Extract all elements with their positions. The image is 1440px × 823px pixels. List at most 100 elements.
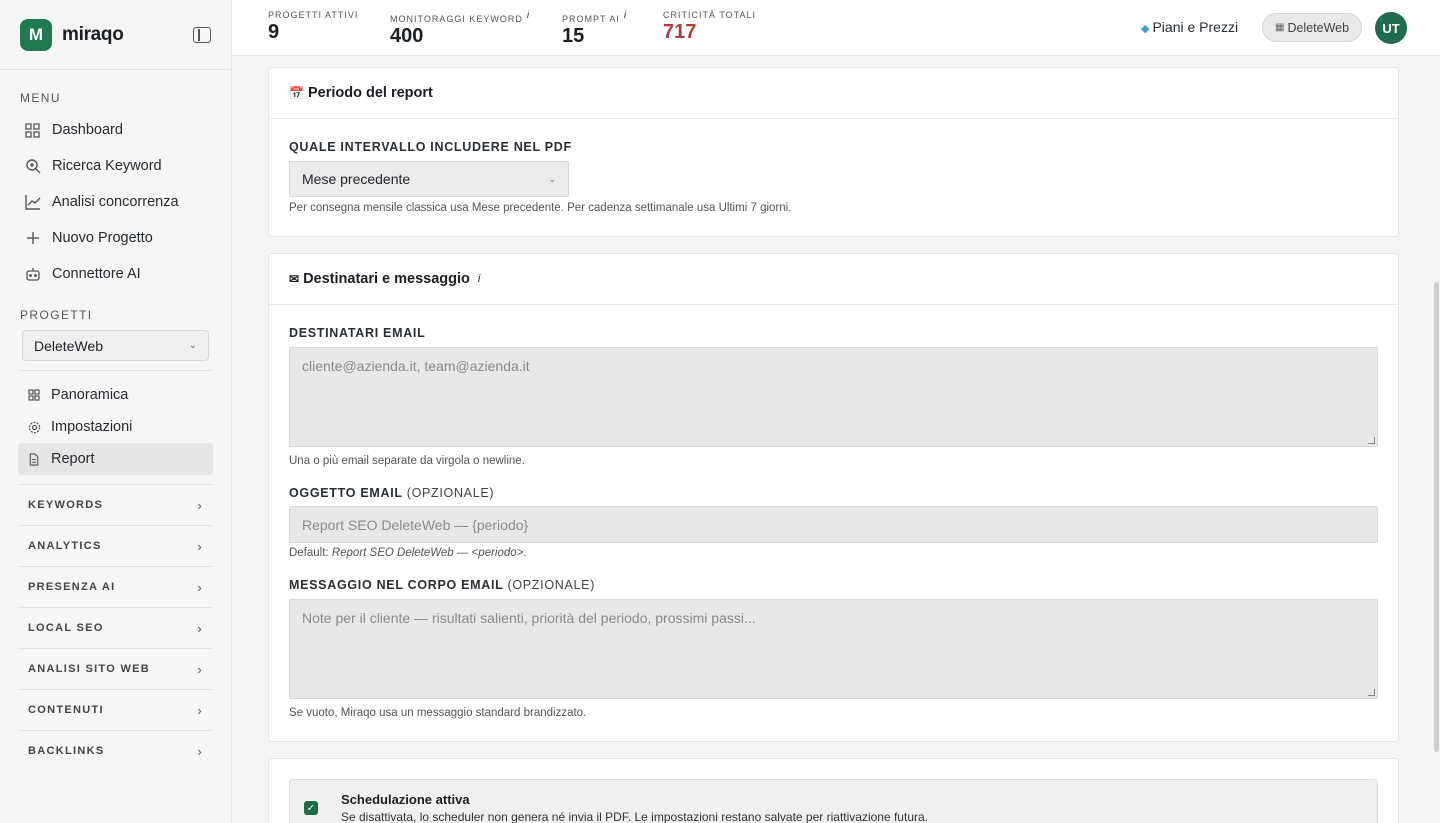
menu-section-label: MENU	[20, 91, 61, 105]
sidebar-item-report[interactable]: Report	[18, 443, 213, 475]
project-select[interactable]: DeleteWeb ⌄	[22, 330, 209, 361]
stat-total-issues: CRITICITÀ TOTALI 717	[663, 10, 756, 44]
stat-active-projects: PROGETTI ATTIVI 9	[268, 10, 358, 44]
project-menu: Panoramica Impostazioni Report	[0, 379, 231, 475]
subject-field-label: OGGETTO EMAIL (OPZIONALE)	[289, 486, 495, 500]
group-ai-presence[interactable]: PRESENZA AI ›	[18, 566, 213, 607]
info-icon[interactable]: i	[478, 273, 480, 285]
info-icon[interactable]: i	[527, 10, 530, 21]
emails-textarea[interactable]: cliente@azienda.it, team@azienda.it	[289, 347, 1378, 447]
menu-item-ai-connector[interactable]: Connettore AI	[0, 256, 231, 292]
scrollbar[interactable]	[1434, 282, 1439, 752]
sidebar-item-settings[interactable]: Impostazioni	[18, 411, 213, 443]
chevron-right-icon: ›	[197, 538, 203, 554]
stat-value: 15	[562, 25, 585, 47]
group-backlinks[interactable]: BACKLINKS ›	[18, 730, 213, 771]
building-icon: ▦	[1275, 22, 1285, 33]
stat-label: MONITORAGGI KEYWORD i	[390, 10, 531, 24]
emails-field-label: DESTINATARI EMAIL	[289, 326, 426, 340]
menu-item-label: Ricerca Keyword	[52, 158, 162, 174]
avatar[interactable]: UT	[1375, 12, 1407, 44]
body-help-text: Se vuoto, Miraqo usa un messaggio standa…	[289, 707, 587, 719]
workspace-label: DeleteWeb	[1287, 20, 1350, 35]
chevron-right-icon: ›	[197, 661, 203, 677]
body-field-label: MESSAGGIO NEL CORPO EMAIL (OPZIONALE)	[289, 578, 596, 592]
period-select[interactable]: Mese precedente ⌄	[289, 161, 569, 197]
stat-value: 717	[663, 21, 697, 43]
plans-pricing-link[interactable]: ◆ Piani e Prezzi	[1141, 19, 1238, 35]
chevron-right-icon: ›	[197, 702, 203, 718]
card-title: Periodo del report	[307, 85, 433, 101]
stat-keyword-monitoring: MONITORAGGI KEYWORD i 400	[390, 10, 530, 48]
schedule-checkbox[interactable]: ✓	[304, 801, 318, 815]
menu-item-keyword-research[interactable]: Ricerca Keyword	[0, 148, 231, 184]
calendar-icon: 📅	[289, 86, 304, 100]
group-content[interactable]: CONTENUTI ›	[18, 689, 213, 730]
body-textarea[interactable]: Note per il cliente — risultati salienti…	[289, 599, 1378, 699]
info-icon[interactable]: i	[624, 10, 627, 21]
document-icon	[27, 452, 41, 466]
sidebar-groups: KEYWORDS › ANALYTICS › PRESENZA AI › LOCAL …	[0, 484, 231, 771]
menu-item-label: Analisi concorrenza	[52, 194, 179, 210]
menu-item-dashboard[interactable]: Dashboard	[0, 112, 231, 148]
resize-handle[interactable]	[1368, 689, 1375, 696]
menu-item-label: Nuovo Progetto	[52, 230, 153, 246]
sidebar-item-overview[interactable]: Panoramica	[18, 379, 213, 411]
line-chart-icon	[24, 194, 41, 211]
sidebar-toggle-icon[interactable]	[193, 26, 211, 43]
card-header: 📅 Periodo del report	[269, 68, 1398, 119]
resize-handle[interactable]	[1368, 437, 1375, 444]
chevron-right-icon: ›	[197, 743, 203, 759]
group-keywords[interactable]: KEYWORDS ›	[18, 484, 213, 525]
search-icon	[24, 158, 41, 175]
logo-icon[interactable]: M	[20, 18, 52, 51]
menu-item-competitor-analysis[interactable]: Analisi concorrenza	[0, 184, 231, 220]
stat-value: 400	[390, 25, 424, 47]
group-website-analysis[interactable]: ANALISI SITO WEB ›	[18, 648, 213, 689]
subject-help-text: Default: Report SEO DeleteWeb — <periodo…	[289, 547, 527, 559]
stat-label: PROMPT AI i	[562, 10, 628, 24]
group-label: ANALYTICS	[28, 540, 102, 552]
stat-label: PROGETTI ATTIVI	[268, 10, 359, 20]
period-select-value: Mese precedente	[302, 171, 411, 187]
group-label: ANALISI SITO WEB	[28, 663, 151, 675]
group-label: LOCAL SEO	[28, 622, 104, 634]
schedule-toggle-box: ✓ Schedulazione attiva Se disattivata, l…	[289, 779, 1378, 823]
projects-section-label: PROGETTI	[20, 308, 93, 322]
stat-ai-prompts: PROMPT AI i 15	[562, 10, 627, 48]
envelope-icon: ✉	[289, 272, 300, 286]
subject-input[interactable]: Report SEO DeleteWeb — {periodo}	[289, 506, 1378, 543]
sidebar-item-label: Impostazioni	[51, 419, 133, 435]
group-label: PRESENZA AI	[28, 581, 116, 593]
group-local-seo[interactable]: LOCAL SEO ›	[18, 607, 213, 648]
workspace-button[interactable]: ▦ DeleteWeb	[1262, 13, 1363, 42]
stat-label: CRITICITÀ TOTALI	[663, 10, 757, 20]
menu-item-label: Dashboard	[52, 122, 123, 138]
body-placeholder: Note per il cliente — risultati salienti…	[302, 610, 756, 626]
group-label: KEYWORDS	[28, 499, 104, 511]
chevron-right-icon: ›	[197, 497, 203, 513]
emails-help-text: Una o più email separate da virgola o ne…	[289, 455, 525, 467]
recipients-card: ✉ Destinatari e messaggio i DESTINATARI …	[268, 253, 1399, 742]
schedule-description: Se disattivata, lo scheduler non genera …	[341, 810, 928, 823]
sidebar-item-label: Report	[51, 451, 95, 467]
chevron-right-icon: ›	[197, 620, 203, 636]
brand-name[interactable]: miraqo	[62, 24, 124, 46]
plans-label: Piani e Prezzi	[1152, 19, 1239, 35]
project-select-value: DeleteWeb	[34, 337, 104, 354]
period-help-text: Per consegna mensile classica usa Mese p…	[289, 202, 792, 214]
report-period-card: 📅 Periodo del report QUALE INTERVALLO IN…	[268, 67, 1399, 237]
emails-placeholder: cliente@azienda.it, team@azienda.it	[302, 358, 530, 374]
main-menu: Dashboard Ricerca Keyword Analisi concor…	[0, 112, 231, 292]
divider	[18, 370, 213, 371]
menu-item-new-project[interactable]: Nuovo Progetto	[0, 220, 231, 256]
chevron-down-icon: ⌄	[548, 173, 556, 184]
chevron-down-icon: ⌄	[188, 340, 197, 351]
card-title: Destinatari e messaggio	[303, 271, 470, 287]
stat-value: 9	[268, 21, 280, 43]
plus-icon	[24, 230, 41, 247]
sidebar: M miraqo MENU Dashboard Ricerca Keyword …	[0, 0, 232, 823]
group-analytics[interactable]: ANALYTICS ›	[18, 525, 213, 566]
group-label: BACKLINKS	[28, 745, 105, 757]
subject-placeholder: Report SEO DeleteWeb — {periodo}	[302, 516, 529, 533]
